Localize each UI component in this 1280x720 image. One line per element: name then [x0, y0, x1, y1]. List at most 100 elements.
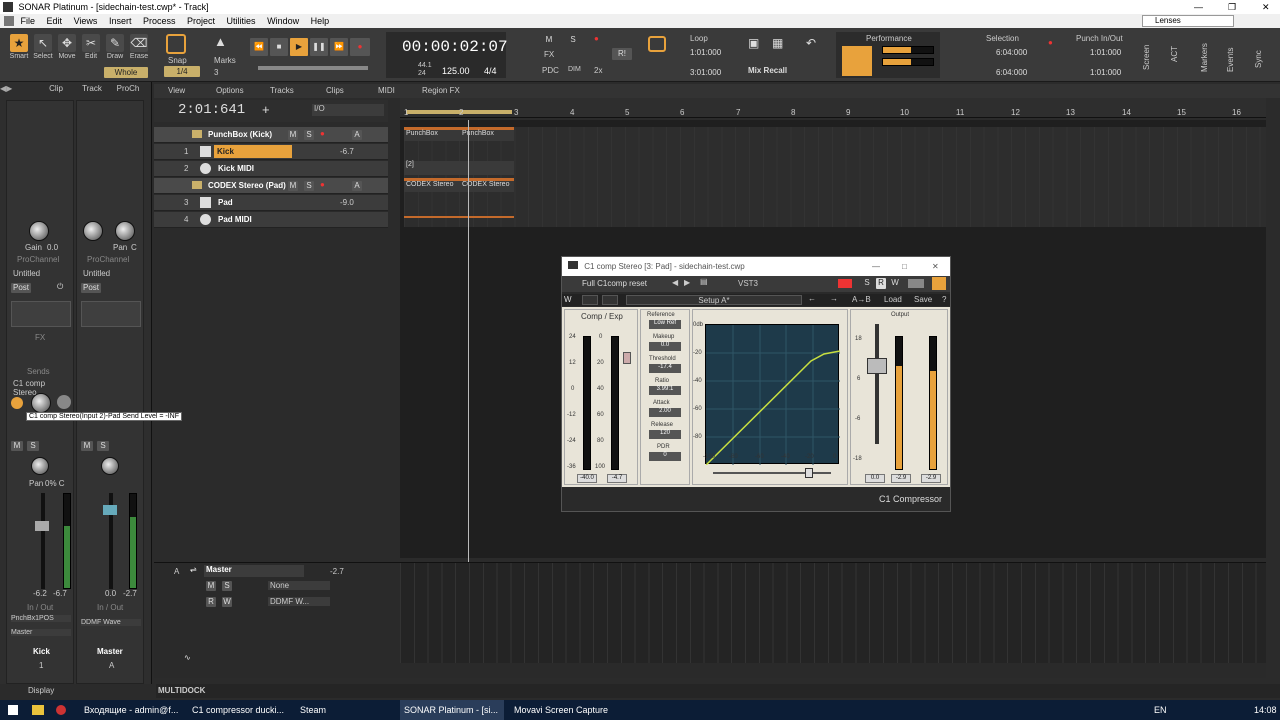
- ratio-value[interactable]: 3.99:1: [649, 386, 681, 395]
- pdc-button[interactable]: PDC: [542, 66, 559, 75]
- bus-read-button[interactable]: R: [206, 597, 216, 607]
- tool-erase[interactable]: ⌫ Erase: [128, 34, 150, 60]
- loop-toggle-icon[interactable]: [648, 36, 666, 52]
- undo-icon[interactable]: [582, 295, 598, 305]
- prev-setup-icon[interactable]: ←: [808, 294, 816, 303]
- pan-knob-top-2[interactable]: [115, 221, 135, 241]
- loop-end[interactable]: 3:01:000: [690, 68, 721, 77]
- menu-insert[interactable]: Insert: [109, 16, 132, 26]
- send-pan-knob[interactable]: [57, 395, 71, 409]
- solo-button-2[interactable]: S: [97, 441, 109, 451]
- post-button[interactable]: Post: [11, 283, 31, 293]
- display-tab[interactable]: Display: [28, 686, 54, 695]
- tool-move[interactable]: ✥ Move: [56, 34, 78, 60]
- release-value[interactable]: 120: [649, 430, 681, 439]
- input-select[interactable]: PnchBx1POS: [11, 615, 71, 622]
- track-row[interactable]: 1 Kick -6.7: [154, 144, 388, 160]
- folder-name[interactable]: CODEX Stereo (Pad): [208, 181, 286, 190]
- time-signature[interactable]: 4/4: [484, 66, 497, 76]
- clock[interactable]: 14:08: [1254, 700, 1277, 720]
- track-name[interactable]: Kick MIDI: [218, 164, 254, 173]
- bus-output-select[interactable]: DDMF W...: [268, 597, 330, 606]
- lenses-dropdown[interactable]: Lenses: [1142, 15, 1234, 27]
- gain-knob[interactable]: [29, 221, 49, 241]
- gain-knob-2[interactable]: [83, 221, 103, 241]
- menu-utilities[interactable]: Utilities: [227, 16, 256, 26]
- track-row[interactable]: 2 Kick MIDI: [154, 161, 388, 177]
- load-button[interactable]: Load: [884, 295, 902, 304]
- mix-recall-dropdown[interactable]: Mix Recall: [748, 66, 822, 75]
- setup-display[interactable]: Setup A*: [626, 295, 802, 305]
- folder-row[interactable]: CODEX Stereo (Pad) M S ● A: [154, 178, 388, 194]
- track-row[interactable]: 3 Pad -9.0: [154, 195, 388, 211]
- clip-punchbox-1[interactable]: PunchBox: [404, 127, 460, 141]
- pan-knob[interactable]: [31, 457, 49, 475]
- minimize-button[interactable]: —: [1194, 0, 1203, 14]
- eq-thumbnail[interactable]: [11, 301, 71, 327]
- now-time[interactable]: 00:00:02:07: [402, 38, 508, 56]
- menu-help[interactable]: Help: [311, 16, 330, 26]
- mute-all-button[interactable]: M: [540, 34, 558, 45]
- scrub-slider[interactable]: [258, 66, 368, 70]
- menu-process[interactable]: Process: [143, 16, 176, 26]
- folder-name[interactable]: PunchBox (Kick): [208, 130, 272, 139]
- dim-button[interactable]: DIM: [568, 66, 581, 73]
- save-icon[interactable]: ▤: [700, 277, 708, 286]
- plugin-close[interactable]: ✕: [932, 257, 939, 276]
- next-preset-icon[interactable]: ▶: [684, 278, 690, 287]
- track-volume[interactable]: -9.0: [340, 198, 354, 207]
- vst-dropdown[interactable]: VST3: [738, 279, 770, 288]
- midi-clip-line[interactable]: [404, 216, 514, 218]
- solo-button[interactable]: S: [304, 130, 314, 140]
- selection-start[interactable]: 6:04:000: [996, 48, 1027, 57]
- knee-slider[interactable]: [713, 472, 831, 474]
- windows-start-icon[interactable]: [8, 705, 18, 715]
- taskbar-item-steam[interactable]: Steam: [296, 700, 392, 720]
- bus-solo-button[interactable]: S: [222, 581, 232, 591]
- punch-end[interactable]: 1:01:000: [1090, 68, 1121, 77]
- pause-button[interactable]: ❚❚: [310, 38, 328, 56]
- timeline-ruler[interactable]: 1 2 3 4 5 6 7 8 9 10 11 12 13 14 15 16: [400, 98, 1266, 118]
- threshold-slider[interactable]: [623, 352, 631, 364]
- double-button[interactable]: 2x: [594, 66, 602, 75]
- attack-value[interactable]: 2.00: [649, 408, 681, 417]
- pin-icon[interactable]: [932, 277, 946, 290]
- plugin-read-button[interactable]: R: [876, 278, 886, 289]
- preset-name[interactable]: Untitled: [13, 269, 40, 278]
- mute-button[interactable]: M: [11, 441, 23, 451]
- folder-row[interactable]: PunchBox (Kick) M S ● A: [154, 127, 388, 143]
- plugin-maximize[interactable]: □: [902, 257, 907, 276]
- menu-tracks[interactable]: Tracks: [270, 86, 294, 95]
- bus-write-button[interactable]: W: [222, 597, 232, 607]
- multidock-label[interactable]: MULTIDOCK: [156, 684, 1280, 698]
- bus-volume[interactable]: -2.7: [330, 567, 344, 576]
- threshold-value[interactable]: -17.4: [649, 364, 681, 373]
- ab-button[interactable]: A→B: [852, 295, 871, 304]
- preset-dropdown[interactable]: Full C1comp reset: [582, 279, 666, 288]
- tab-markers[interactable]: Markers: [1200, 43, 1209, 72]
- plugin-write-button[interactable]: W: [890, 278, 900, 289]
- automation-button[interactable]: A: [352, 130, 362, 140]
- selection-end[interactable]: 6:04:000: [996, 68, 1027, 77]
- punch-start[interactable]: 1:01:000: [1090, 48, 1121, 57]
- next-setup-icon[interactable]: →: [830, 294, 838, 303]
- power-icon[interactable]: ⏻: [57, 282, 63, 292]
- taskbar-item-sonar[interactable]: SONAR Platinum - [si...: [400, 700, 504, 720]
- tab-clip[interactable]: Clip: [38, 84, 74, 98]
- close-button[interactable]: ✕: [1262, 0, 1270, 14]
- tab-track[interactable]: Track: [74, 84, 110, 98]
- track-row[interactable]: 4 Pad MIDI: [154, 212, 388, 228]
- tool-draw[interactable]: ✎ Draw: [104, 34, 126, 60]
- track-name[interactable]: Pad: [218, 198, 233, 207]
- menu-file[interactable]: File: [21, 16, 36, 26]
- output-fader-track[interactable]: [875, 324, 879, 444]
- fx-button[interactable]: FX: [544, 50, 554, 59]
- send-power-icon[interactable]: [11, 397, 23, 409]
- automation-button[interactable]: A: [352, 181, 362, 191]
- redo-icon[interactable]: [602, 295, 618, 305]
- undo-icon[interactable]: ↶: [806, 36, 816, 50]
- mute-button[interactable]: M: [288, 130, 298, 140]
- transfer-graph[interactable]: [705, 324, 840, 465]
- arm-icon[interactable]: ●: [320, 129, 325, 138]
- makeup-value[interactable]: 0.0: [649, 342, 681, 351]
